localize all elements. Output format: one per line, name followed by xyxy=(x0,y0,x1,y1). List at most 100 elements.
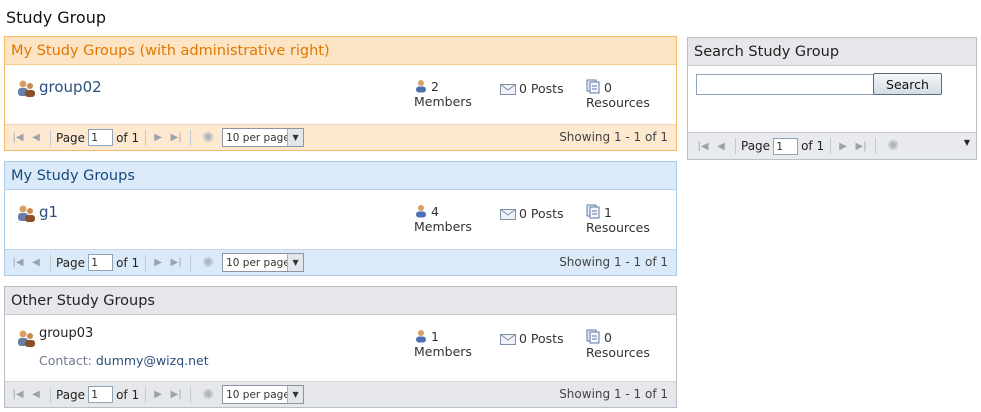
contact-email-link[interactable]: dummy@wizq.net xyxy=(96,353,209,368)
page-label: Page xyxy=(56,130,86,145)
next-page-icon[interactable]: ▶ xyxy=(836,139,850,153)
group-name-link[interactable]: g1 xyxy=(39,203,58,221)
last-page-icon[interactable]: ▶| xyxy=(169,256,183,270)
pager-divider xyxy=(50,254,51,271)
members-stat: 4 Members xyxy=(414,204,472,234)
panel-title: My Study Groups (with administrative rig… xyxy=(5,37,676,65)
refresh-icon[interactable]: ✺ xyxy=(200,130,216,146)
last-page-icon[interactable]: ▶| xyxy=(169,388,183,402)
group-row: group02 2 Members 0 Posts 0 Resources xyxy=(5,65,676,124)
resources-stat: 0 Resources xyxy=(586,329,650,360)
document-icon xyxy=(586,329,600,344)
page-number-input[interactable]: 1 xyxy=(88,129,114,146)
page-of-label: of 1 xyxy=(116,387,140,402)
showing-count: Showing 1 - 1 of 1 xyxy=(559,387,668,401)
group-name-link[interactable]: group02 xyxy=(39,78,102,96)
other-study-groups-panel: Other Study Groups group03 Contact: dumm… xyxy=(4,286,677,408)
pager-divider xyxy=(50,386,51,403)
members-label: Members xyxy=(414,219,472,234)
resources-stat: 1 Resources xyxy=(586,204,650,235)
member-icon xyxy=(416,330,426,343)
page-title: Study Group xyxy=(6,8,106,27)
resources-label: Resources xyxy=(586,95,650,110)
members-count: 2 xyxy=(431,79,439,94)
pager-bar: |◀ ◀ Page 1 of 1 ▶ ▶| ✺ 10 per page ▼ Sho… xyxy=(5,249,676,275)
document-icon xyxy=(586,79,600,94)
chevron-down-icon[interactable]: ▼ xyxy=(287,386,304,403)
refresh-icon[interactable]: ✺ xyxy=(200,387,216,403)
members-count: 1 xyxy=(431,329,439,344)
members-count: 4 xyxy=(431,204,439,219)
page-number-input[interactable]: 1 xyxy=(88,386,114,403)
group-name: group03 xyxy=(39,326,94,341)
chevron-down-icon[interactable]: ▼ xyxy=(287,254,304,271)
resources-count: 0 xyxy=(604,330,612,345)
page-label: Page xyxy=(56,387,86,402)
prev-page-icon[interactable]: ◀ xyxy=(714,139,728,153)
pager-divider xyxy=(145,386,147,403)
page-of-label: of 1 xyxy=(801,139,825,153)
my-study-groups-panel: My Study Groups g1 4 Members 0 Posts 1 R… xyxy=(4,161,677,276)
members-stat: 1 Members xyxy=(414,329,472,359)
first-page-icon[interactable]: |◀ xyxy=(11,256,25,270)
contact-label: Contact: xyxy=(39,353,92,368)
first-page-icon[interactable]: |◀ xyxy=(11,131,25,145)
pager-bar: |◀ ◀ Page 1 of 1 ▶ ▶| ✺ ▼ xyxy=(688,132,976,159)
admin-study-groups-panel: My Study Groups (with administrative rig… xyxy=(4,36,677,151)
group-icon xyxy=(18,330,35,347)
pager-bar: |◀ ◀ Page 1 of 1 ▶ ▶| ✺ 10 per page ▼ Sho… xyxy=(5,124,676,150)
per-page-value: 10 per page xyxy=(226,131,290,144)
group-icon xyxy=(18,205,35,222)
posts-stat: 0 Posts xyxy=(500,206,564,221)
per-page-value: 10 per page xyxy=(226,388,290,401)
first-page-icon[interactable]: |◀ xyxy=(696,139,710,153)
last-page-icon[interactable]: ▶| xyxy=(854,139,868,153)
page-number-input[interactable]: 1 xyxy=(773,137,799,155)
per-page-select[interactable]: 10 per page ▼ xyxy=(222,253,305,272)
per-page-select[interactable]: 10 per page ▼ xyxy=(222,128,305,147)
page-of-label: of 1 xyxy=(116,255,140,270)
members-label: Members xyxy=(414,344,472,359)
search-button[interactable]: Search xyxy=(873,73,942,95)
search-study-group-panel: Search Study Group Search |◀ ◀ Page 1 of… xyxy=(687,37,977,160)
showing-count: Showing 1 - 1 of 1 xyxy=(559,130,668,144)
next-page-icon[interactable]: ▶ xyxy=(151,131,165,145)
resources-stat: 0 Resources xyxy=(586,79,650,110)
prev-page-icon[interactable]: ◀ xyxy=(29,131,43,145)
search-input[interactable] xyxy=(696,74,874,95)
resources-label: Resources xyxy=(586,345,650,360)
pager-divider xyxy=(145,254,147,271)
pager-divider xyxy=(190,386,192,403)
member-icon xyxy=(416,205,426,218)
group-icon xyxy=(18,80,35,97)
page-label: Page xyxy=(741,139,771,153)
panel-title: My Study Groups xyxy=(5,162,676,190)
refresh-icon[interactable]: ✺ xyxy=(200,255,216,271)
next-page-icon[interactable]: ▶ xyxy=(151,388,165,402)
chevron-down-icon[interactable]: ▼ xyxy=(287,129,304,146)
next-page-icon[interactable]: ▶ xyxy=(151,256,165,270)
pager-divider xyxy=(830,138,832,154)
prev-page-icon[interactable]: ◀ xyxy=(29,256,43,270)
pager-divider xyxy=(875,138,877,154)
chevron-down-icon[interactable]: ▼ xyxy=(964,138,970,147)
pager-divider xyxy=(735,138,736,154)
last-page-icon[interactable]: ▶| xyxy=(169,131,183,145)
showing-count: Showing 1 - 1 of 1 xyxy=(559,255,668,269)
group-row: g1 4 Members 0 Posts 1 Resources xyxy=(5,190,676,249)
first-page-icon[interactable]: |◀ xyxy=(11,388,25,402)
posts-stat: 0 Posts xyxy=(500,81,564,96)
posts-count: 0 Posts xyxy=(519,81,564,96)
posts-stat: 0 Posts xyxy=(500,331,564,346)
pager-divider xyxy=(50,129,51,146)
envelope-icon xyxy=(500,209,516,220)
per-page-select[interactable]: 10 per page ▼ xyxy=(222,385,305,404)
panel-title: Other Study Groups xyxy=(5,287,676,315)
refresh-icon[interactable]: ✺ xyxy=(885,138,901,154)
prev-page-icon[interactable]: ◀ xyxy=(29,388,43,402)
resources-count: 1 xyxy=(604,205,612,220)
page-number-input[interactable]: 1 xyxy=(88,254,114,271)
document-icon xyxy=(586,204,600,219)
members-stat: 2 Members xyxy=(414,79,472,109)
pager-divider xyxy=(190,129,192,146)
